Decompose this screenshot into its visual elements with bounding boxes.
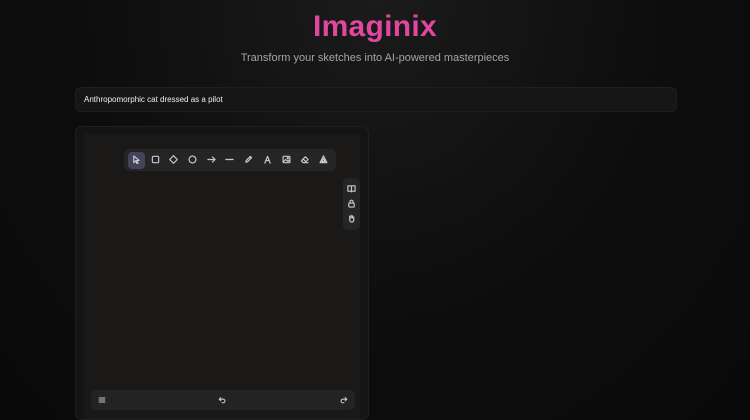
eraser-tool-icon	[300, 151, 310, 169]
selection-tool-icon	[132, 151, 141, 169]
text-tool-icon	[263, 151, 272, 169]
lock-button[interactable]	[345, 197, 359, 211]
prompt-input[interactable]	[84, 88, 664, 111]
text-tool-button[interactable]	[259, 152, 276, 169]
shape-toolbar	[124, 149, 336, 171]
image-tool-button[interactable]	[278, 152, 295, 169]
hand-button[interactable]	[345, 212, 359, 226]
app-title: Imaginix	[312, 10, 438, 43]
undo-icon	[218, 391, 226, 409]
app-subtitle: Transform your sketches into AI-powered …	[240, 52, 510, 64]
redo-button[interactable]	[336, 392, 352, 408]
ellipse-tool-button[interactable]	[184, 152, 201, 169]
side-toolbar	[343, 178, 360, 230]
drawing-canvas[interactable]	[84, 134, 360, 419]
diamond-tool-button[interactable]	[165, 152, 182, 169]
eraser-tool-button[interactable]	[296, 152, 313, 169]
canvas-footer-bar	[91, 390, 355, 410]
undo-button[interactable]	[214, 392, 230, 408]
menu-icon	[98, 391, 106, 409]
redo-icon	[340, 391, 348, 409]
sketch-card	[75, 126, 369, 420]
rectangle-tool-icon	[151, 151, 160, 169]
more-tools-button[interactable]	[315, 152, 332, 169]
shapes-tool-icon	[319, 151, 328, 169]
hand-icon	[347, 210, 356, 228]
pencil-tool-icon	[244, 151, 253, 169]
diamond-tool-icon	[169, 151, 179, 169]
selection-tool-button[interactable]	[127, 151, 145, 169]
line-tool-button[interactable]	[221, 152, 238, 169]
draw-tool-button[interactable]	[240, 152, 257, 169]
prompt-field	[75, 87, 677, 112]
arrow-tool-button[interactable]	[203, 152, 220, 169]
library-button[interactable]	[345, 182, 359, 196]
rectangle-tool-button[interactable]	[147, 152, 164, 169]
image-tool-icon	[282, 151, 291, 169]
main-menu-button[interactable]	[94, 392, 110, 408]
line-tool-icon	[225, 151, 235, 169]
arrow-tool-icon	[207, 151, 216, 169]
ellipse-tool-icon	[188, 151, 197, 169]
